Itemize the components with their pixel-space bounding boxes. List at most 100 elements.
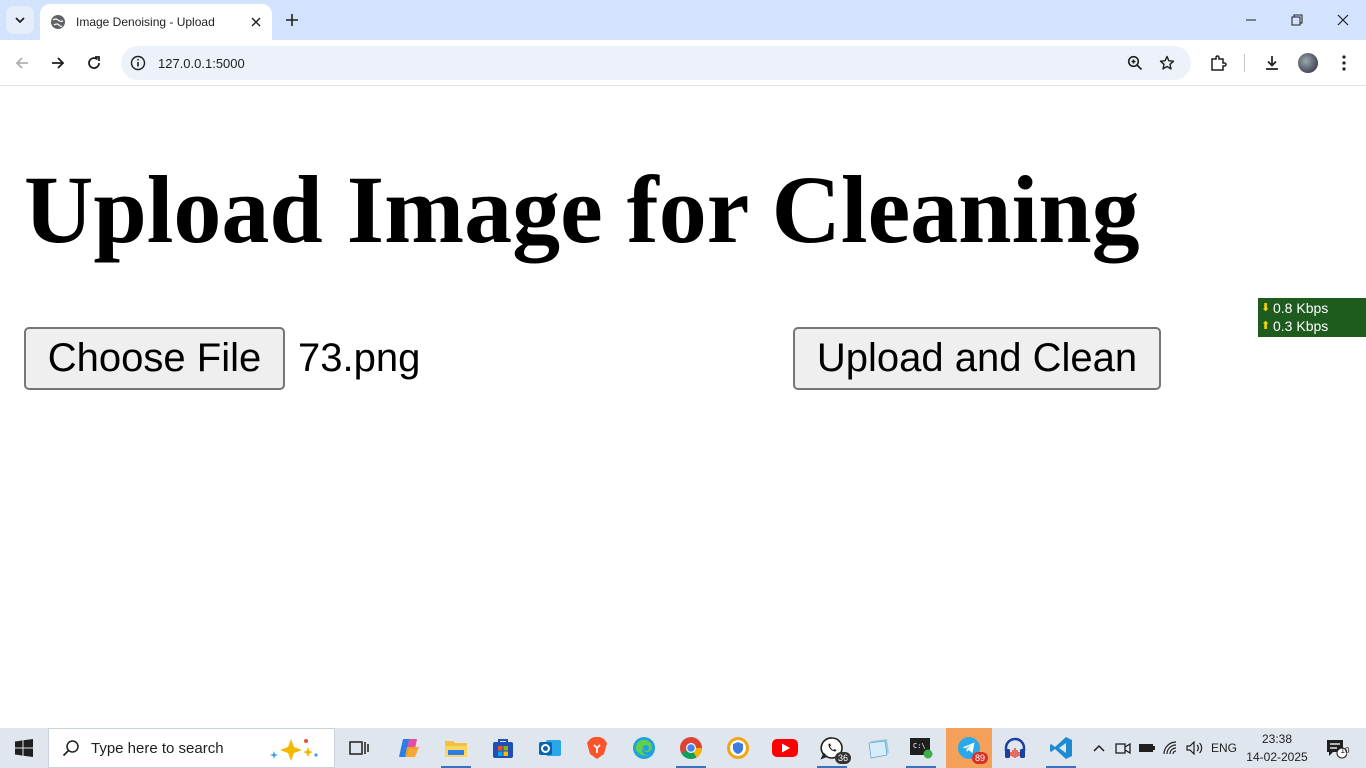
restore-button[interactable] [1274, 0, 1320, 40]
network-speed-meter: ⬇ 0.8 Kbps ⬆ 0.3 Kbps [1258, 298, 1366, 337]
arrow-down-icon: ⬇ [1261, 302, 1271, 314]
clock-time: 23:38 [1261, 732, 1293, 746]
reload-button[interactable] [78, 47, 110, 79]
taskbar-clock[interactable]: 23:38 14-02-2025 [1245, 730, 1309, 766]
toolbar-divider [1244, 54, 1245, 72]
arrow-right-icon [52, 57, 65, 69]
profile-button[interactable] [1292, 47, 1324, 79]
upload-and-clean-button[interactable]: Upload and Clean [793, 327, 1161, 390]
notes-icon [868, 739, 889, 759]
web-page: Upload Image for Cleaning Choose File 73… [0, 87, 1366, 728]
zoom-icon[interactable] [1119, 47, 1151, 79]
arrow-left-icon [15, 57, 28, 69]
outlook-icon [539, 740, 561, 756]
taskbar-whatsapp[interactable]: 36 [809, 728, 855, 768]
taskbar-copilot[interactable] [386, 728, 432, 768]
telegram-unread-badge: 89 [971, 752, 988, 764]
chevron-up-icon [1093, 744, 1105, 752]
store-icon [493, 739, 513, 758]
headphones-icon [1004, 737, 1026, 758]
taskbar-edge[interactable] [621, 728, 667, 768]
url-text[interactable]: 127.0.0.1:5000 [158, 56, 1119, 71]
minimize-icon [1246, 19, 1256, 21]
tray-language[interactable]: ENG [1208, 728, 1240, 768]
taskbar-file-explorer[interactable] [433, 728, 479, 768]
svg-text:C:\: C:\ [913, 742, 926, 750]
youtube-icon [772, 739, 798, 757]
tab-title: Image Denoising - Upload [76, 15, 215, 29]
chevron-down-icon [15, 17, 25, 24]
tray-volume[interactable] [1184, 728, 1206, 768]
address-bar[interactable]: 127.0.0.1:5000 [121, 46, 1191, 80]
avatar [1298, 53, 1318, 73]
shield-icon [727, 737, 749, 759]
windows-logo-icon [15, 739, 33, 757]
browser-menu-button[interactable] [1328, 47, 1360, 79]
tray-meet-now[interactable] [1112, 728, 1134, 768]
copilot-icon [399, 739, 419, 757]
download-speed: 0.8 Kbps [1273, 300, 1329, 316]
tray-network[interactable] [1160, 728, 1182, 768]
reload-icon [88, 56, 100, 69]
forward-button[interactable] [42, 47, 74, 79]
speaker-icon [1186, 741, 1203, 755]
search-icon [61, 738, 81, 758]
plus-icon [286, 14, 298, 26]
taskbar-terminal[interactable]: C:\ [898, 728, 944, 768]
taskbar-store[interactable] [480, 728, 526, 768]
notification-count: 10 [1340, 746, 1350, 755]
taskbar-outlook[interactable] [527, 728, 573, 768]
download-icon [1266, 56, 1278, 70]
tab-strip: Image Denoising - Upload [0, 0, 1366, 40]
edge-icon [633, 737, 655, 759]
brave-lion-icon [587, 737, 607, 759]
arrow-up-icon: ⬆ [1261, 320, 1271, 332]
taskbar-telegram[interactable]: 89 [946, 728, 992, 768]
chrome-icon [680, 737, 702, 759]
taskbar-notes[interactable] [856, 728, 902, 768]
folder-icon [445, 741, 467, 757]
taskbar-vscode[interactable] [1038, 728, 1084, 768]
downloads-button[interactable] [1256, 47, 1288, 79]
close-icon [1337, 14, 1349, 26]
puzzle-icon [1211, 55, 1227, 71]
taskbar: Type here to search 36 C:\ 89 ENG 23:38 … [0, 728, 1366, 768]
show-hidden-icons-button[interactable] [1088, 728, 1110, 768]
site-info-icon[interactable] [122, 47, 154, 79]
whatsapp-unread-badge: 36 [834, 752, 851, 764]
globe-icon [50, 14, 66, 30]
task-view-button[interactable] [336, 728, 382, 768]
bookmark-star-icon[interactable] [1151, 47, 1183, 79]
taskbar-search[interactable]: Type here to search [48, 728, 335, 768]
back-button[interactable] [6, 47, 38, 79]
new-tab-button[interactable] [280, 8, 304, 32]
battery-icon [1139, 744, 1155, 752]
extensions-button[interactable] [1202, 47, 1234, 79]
search-placeholder: Type here to search [91, 739, 224, 757]
minimize-button[interactable] [1228, 0, 1274, 40]
copilot-sparkle-icon [270, 739, 318, 761]
vscode-icon [1050, 737, 1072, 759]
start-button[interactable] [0, 728, 48, 768]
page-heading: Upload Image for Cleaning [24, 156, 1140, 263]
notification-center-button[interactable]: 10 [1316, 728, 1356, 768]
clock-date: 14-02-2025 [1246, 750, 1308, 764]
tab-close-icon[interactable] [244, 10, 268, 34]
taskbar-vpn[interactable] [715, 728, 761, 768]
kebab-menu-icon [1342, 55, 1346, 71]
choose-file-button[interactable]: Choose File [24, 327, 285, 390]
taskbar-youtube[interactable] [762, 728, 808, 768]
close-window-button[interactable] [1320, 0, 1366, 40]
taskbar-brave[interactable] [574, 728, 620, 768]
upload-speed: 0.3 Kbps [1273, 318, 1329, 334]
selected-file-name: 73.png [298, 336, 421, 380]
taskbar-audacity[interactable] [992, 728, 1038, 768]
camera-icon [1115, 742, 1131, 755]
tab-search-button[interactable] [6, 6, 34, 34]
wifi-icon [1163, 741, 1177, 755]
browser-tab[interactable]: Image Denoising - Upload [40, 4, 272, 40]
taskbar-chrome[interactable] [668, 728, 714, 768]
task-view-icon [349, 741, 369, 755]
tray-battery[interactable] [1136, 728, 1158, 768]
restore-icon [1291, 14, 1303, 26]
